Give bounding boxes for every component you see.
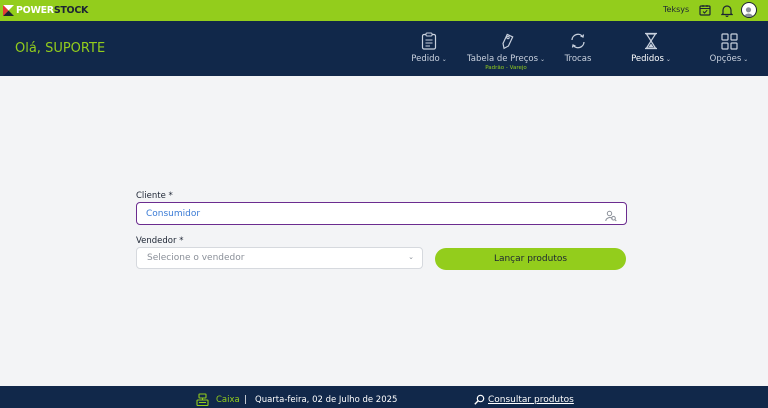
nav-pedidos-text: Pedidos — [631, 54, 664, 64]
brand-suffix: STOCK — [53, 5, 89, 16]
nav-opcoes[interactable]: Opções ⌄ — [710, 21, 748, 76]
current-date: Quarta-feira, 02 de Julho de 2025 — [255, 395, 398, 405]
top-bar: POWERSTOCK Teksys — [0, 0, 768, 21]
nav-pedido-label: Pedido ⌄ — [411, 54, 446, 64]
hourglass-icon — [641, 31, 661, 51]
nav-pedido-text: Pedido — [411, 54, 440, 64]
nav-pedidos-label: Pedidos ⌄ — [631, 54, 671, 64]
logo-text: POWERSTOCK — [16, 5, 88, 16]
nav-opcoes-label: Opções ⌄ — [710, 54, 749, 64]
logo: POWERSTOCK — [3, 4, 88, 17]
nav-trocas-label: Trocas — [564, 54, 592, 64]
chevron-down-icon: ⌄ — [441, 56, 447, 63]
nav-tabela-text: Tabela de Preços — [466, 54, 539, 64]
bell-icon[interactable] — [720, 3, 734, 17]
footer-bar: Caixa | Quarta-feira, 02 de Julho de 202… — [0, 386, 768, 408]
price-table-sublabel: Padrão - Varejo — [485, 65, 527, 71]
cash-register-icon — [196, 393, 209, 406]
search-icon[interactable] — [474, 394, 485, 405]
company-name: Teksys — [663, 5, 690, 14]
seller-label: Vendedor * — [136, 236, 184, 246]
nav-pedidos[interactable]: Pedidos ⌄ — [630, 21, 672, 76]
nav-trocas[interactable]: Trocas — [562, 21, 594, 76]
user-avatar-icon[interactable] — [741, 2, 757, 18]
logo-mark-icon — [3, 5, 14, 16]
client-field[interactable] — [136, 202, 627, 225]
nav-tabela-de-precos[interactable]: Tabela de Preços ⌄ Padrão - Varejo — [467, 21, 545, 76]
client-input[interactable] — [146, 206, 586, 221]
main-navbar: Olá, SUPORTE Pedido ⌄ Tabela de Preços ⌄ P… — [0, 21, 768, 76]
consult-products-link[interactable]: Consultar produtos — [488, 395, 574, 405]
cashier-label: Caixa — [216, 395, 240, 405]
chevron-down-icon: ⌄ — [408, 253, 414, 261]
seller-select[interactable]: Selecione o vendedor ⌄ — [136, 247, 423, 269]
exchange-icon — [568, 31, 588, 51]
footer-separator: | — [244, 395, 247, 405]
nav-tabela-label: Tabela de Preços ⌄ — [467, 54, 545, 64]
grid-icon — [719, 31, 739, 51]
client-label: Cliente * — [136, 191, 173, 201]
calendar-check-icon[interactable] — [698, 3, 712, 17]
greeting: Olá, SUPORTE — [15, 41, 106, 56]
user-search-icon[interactable] — [605, 207, 617, 222]
brand-prefix: POWER — [16, 5, 54, 16]
nav-opcoes-text: Opções — [709, 54, 742, 64]
chevron-down-icon: ⌄ — [743, 56, 749, 63]
chevron-down-icon: ⌄ — [665, 56, 671, 63]
price-tag-icon — [496, 31, 516, 51]
clipboard-icon — [419, 31, 439, 51]
chevron-down-icon: ⌄ — [540, 56, 546, 63]
seller-placeholder: Selecione o vendedor — [147, 253, 245, 263]
nav-pedido[interactable]: Pedido ⌄ — [408, 21, 450, 76]
launch-products-button[interactable]: Lançar produtos — [435, 248, 626, 270]
